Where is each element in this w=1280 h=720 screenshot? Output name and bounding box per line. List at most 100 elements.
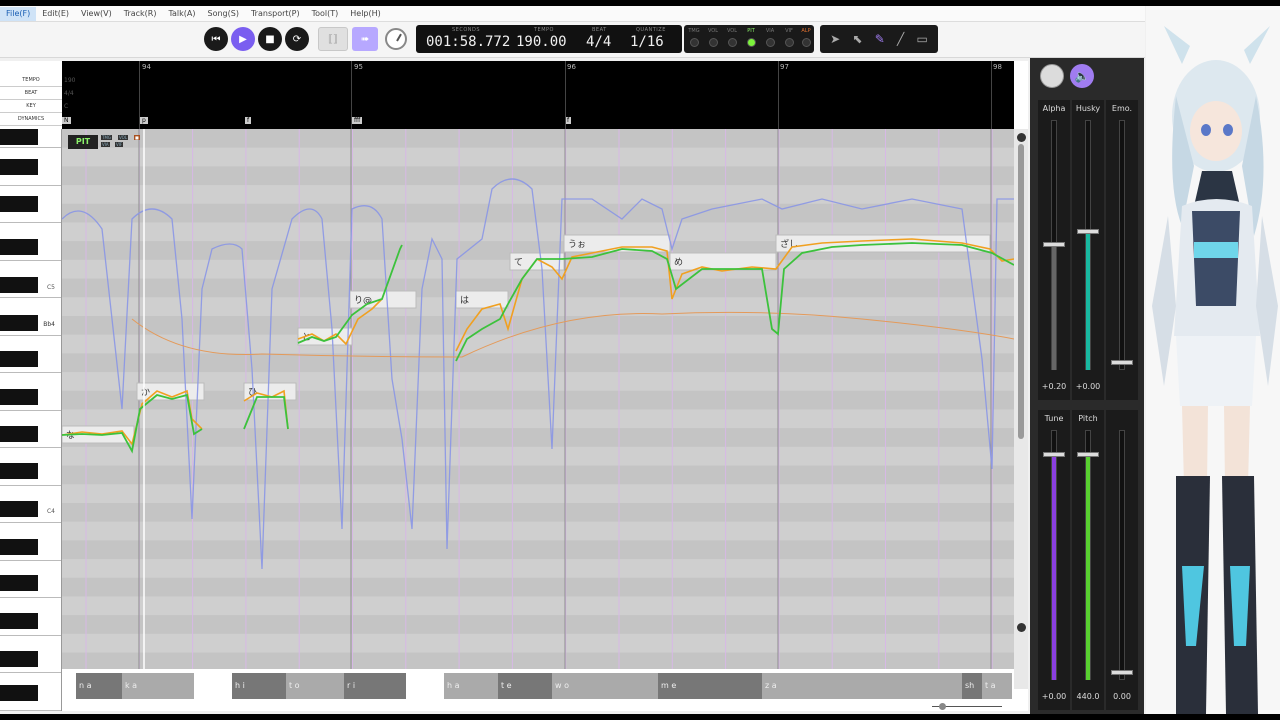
toggle-via[interactable]: VIA	[762, 28, 778, 47]
black-key[interactable]	[0, 685, 38, 701]
toggle-pit[interactable]: PIT	[743, 28, 759, 47]
dynamics-marker[interactable]: f	[245, 117, 252, 124]
menu-tool[interactable]: Tool(T)	[306, 7, 345, 21]
phoneme-block[interactable]: h a	[444, 673, 498, 699]
arrow-tool-icon[interactable]: ➤	[830, 32, 840, 46]
measure-number: 97	[780, 63, 789, 71]
app-window: File(F) Edit(E) View(V) Track(R) Talk(A)…	[0, 6, 1280, 714]
play-button[interactable]: ▶	[231, 27, 255, 51]
phoneme-block[interactable]: sh	[962, 673, 982, 699]
loop-button[interactable]: ⟳	[285, 27, 309, 51]
horizontal-scrollbar[interactable]	[62, 703, 1014, 711]
quantize-caption: QUANTIZE	[636, 27, 666, 33]
fader-handle[interactable]	[1077, 452, 1099, 457]
phoneme-block[interactable]: t o	[286, 673, 344, 699]
black-key[interactable]	[0, 613, 38, 629]
note-grid[interactable]: なかひとり@ はてうぉめざし PIT TMG VOL VIA VIF ■	[62, 129, 1014, 669]
dynamics-marker[interactable]: p	[140, 117, 148, 124]
black-key[interactable]	[0, 196, 38, 212]
seconds-caption: SECONDS	[452, 27, 481, 33]
pencil-tool-icon[interactable]: ✎	[875, 32, 885, 46]
black-key[interactable]	[0, 463, 38, 479]
fader-track[interactable]	[1119, 430, 1125, 680]
black-key[interactable]	[0, 575, 38, 591]
toolbar: ⏮ ▶ ■ ⟳ ⟦⟧ ➠ SECONDS TEMPO BEAT QUANTIZE…	[0, 22, 1145, 58]
loop-icon: ⟳	[292, 33, 302, 45]
black-key[interactable]	[0, 351, 38, 367]
speaker-icon[interactable]: 🔈	[1070, 64, 1094, 88]
tempo-value[interactable]: 190.00	[516, 34, 567, 50]
fader-track[interactable]	[1119, 120, 1125, 370]
fader-label: Emo.	[1111, 104, 1133, 113]
pit-panel: PIT TMG VOL VIA VIF ■	[68, 135, 152, 151]
black-key[interactable]	[0, 277, 38, 293]
menu-track[interactable]: Track(R)	[118, 7, 163, 21]
toggle-vif[interactable]: VIF	[781, 28, 797, 47]
piano-keyboard[interactable]: C5 Bb4 C4	[0, 129, 62, 711]
toggle-vol-2[interactable]: VOL	[724, 28, 740, 47]
menu-edit[interactable]: Edit(E)	[36, 7, 75, 21]
rewind-button[interactable]: ⏮	[204, 27, 228, 51]
phoneme-block[interactable]: n a	[76, 673, 122, 699]
menu-help[interactable]: Help(H)	[344, 7, 387, 21]
phoneme-block[interactable]: k a	[122, 673, 194, 699]
pit-label[interactable]: PIT	[68, 135, 98, 149]
pitch-curve-canvas[interactable]: なか ひとり@ はてうぉめざし	[62, 129, 1014, 669]
menu-transport[interactable]: Transport(P)	[245, 7, 306, 21]
toggle-vol[interactable]: VOL	[705, 28, 721, 47]
dynamics-marker[interactable]: N	[62, 117, 71, 124]
quantize-value[interactable]: 1/16	[630, 34, 664, 50]
black-key[interactable]	[0, 651, 38, 667]
menu-file[interactable]: File(F)	[0, 6, 37, 21]
eraser-tool-icon[interactable]: ▭	[916, 32, 927, 46]
fader-handle[interactable]	[1043, 452, 1065, 457]
black-key[interactable]	[0, 389, 38, 405]
phoneme-block[interactable]: r i	[344, 673, 406, 699]
fader-handle[interactable]	[1111, 670, 1133, 675]
phoneme-block[interactable]: m e	[658, 673, 764, 699]
phoneme-block[interactable]: w o	[552, 673, 658, 699]
black-key[interactable]	[0, 129, 38, 145]
parameter-toggles: TMG VOL VOL PIT VIA VIF ALP	[684, 25, 814, 53]
phoneme-block[interactable]: t a	[982, 673, 1012, 699]
ruler-label-beat: BEAT	[0, 87, 62, 100]
zoom-slider-thumb[interactable]	[939, 703, 946, 710]
scroll-up-icon[interactable]	[1017, 133, 1026, 142]
black-key[interactable]	[0, 239, 38, 255]
beat-value[interactable]: 4/4	[586, 34, 611, 50]
loop-range-button[interactable]: ⟦⟧	[318, 27, 348, 51]
phoneme-block[interactable]: h i	[232, 673, 286, 699]
fader-handle[interactable]	[1077, 229, 1099, 234]
character-illustration	[1152, 26, 1278, 714]
black-key[interactable]	[0, 159, 38, 175]
play-icon: ▶	[239, 33, 247, 45]
timeline-ruler[interactable]: 190 4/4 C N p f fff f 94 95 96 97 98	[62, 61, 1014, 129]
black-key[interactable]	[0, 501, 38, 517]
follow-button[interactable]: ➠	[352, 27, 378, 51]
black-key[interactable]	[0, 426, 38, 442]
line-tool-icon[interactable]: ╱	[897, 32, 904, 46]
phoneme-block[interactable]: t e	[498, 673, 554, 699]
menu-view[interactable]: View(V)	[75, 7, 118, 21]
vertical-scroll-thumb[interactable]	[1018, 144, 1024, 439]
dynamics-marker[interactable]: fff	[352, 117, 363, 124]
measure-number: 94	[142, 63, 151, 71]
vertical-scrollbar[interactable]	[1014, 129, 1028, 689]
note-lyric: うぉ	[568, 239, 586, 250]
black-key[interactable]	[0, 539, 38, 555]
scroll-down-icon[interactable]	[1017, 623, 1026, 632]
black-key[interactable]	[0, 315, 38, 331]
menu-song[interactable]: Song(S)	[202, 7, 245, 21]
fader-handle[interactable]	[1111, 360, 1133, 365]
metronome-icon[interactable]	[385, 28, 407, 50]
phoneme-block[interactable]: z a	[762, 673, 962, 699]
fader-value: +0.00	[1041, 692, 1067, 701]
toggle-tmg[interactable]: TMG	[686, 28, 702, 47]
stop-button[interactable]: ■	[258, 27, 282, 51]
menu-talk[interactable]: Talk(A)	[162, 7, 201, 21]
select-tool-icon[interactable]: ⬉	[852, 32, 862, 46]
fader-handle[interactable]	[1043, 242, 1065, 247]
voice-parameter-panel: 🔈 Alpha +0.20 Husky +0.00 Emo. Tune +0.00 Pitch…	[1030, 58, 1144, 714]
circle-knob-icon[interactable]	[1040, 64, 1064, 88]
toggle-alp[interactable]: ALP	[798, 28, 814, 47]
